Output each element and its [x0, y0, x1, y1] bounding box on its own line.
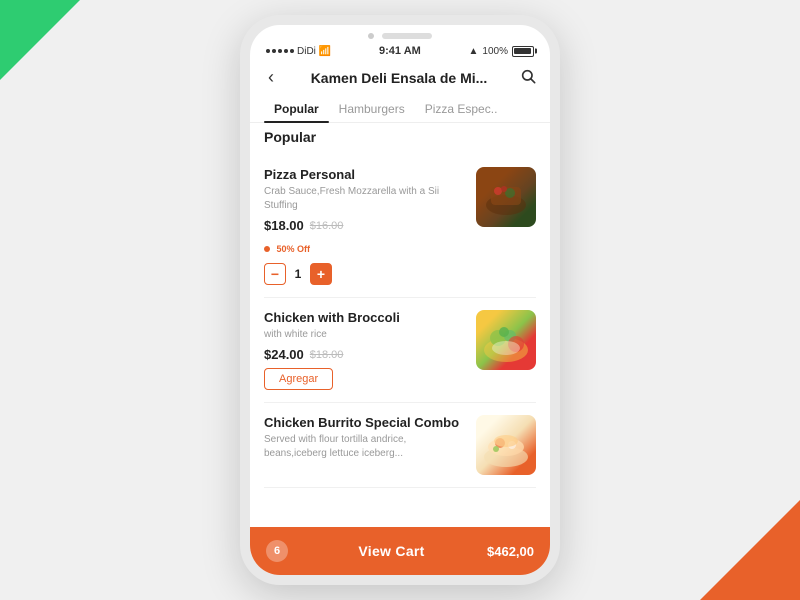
status-bar: DiDi 📶 9:41 AM ▲ 100% — [250, 43, 550, 59]
clock: 9:41 AM — [379, 45, 421, 57]
item-description: with white rice — [264, 328, 466, 342]
cart-count-badge: 6 — [266, 540, 288, 562]
price-row: $18.00 $16.00 — [264, 218, 466, 233]
signal-strength-icon: ▲ — [469, 46, 479, 57]
item-name: Pizza Personal — [264, 167, 466, 182]
item-image — [476, 415, 536, 475]
view-cart-bar[interactable]: 6 View Cart $462,00 — [250, 527, 550, 575]
menu-item-info: Chicken with Broccoli with white rice $2… — [264, 310, 476, 390]
item-original-price: $18.00 — [310, 349, 344, 361]
item-name: Chicken Burrito Special Combo — [264, 415, 466, 430]
food-image-2 — [476, 310, 536, 370]
view-cart-label: View Cart — [296, 543, 487, 559]
battery-icon — [512, 46, 534, 57]
battery-label: 100% — [482, 46, 508, 57]
price-row: $24.00 $18.00 — [264, 347, 466, 362]
item-description: Served with flour tortilla andrice, bean… — [264, 433, 466, 461]
phone-speaker — [382, 33, 432, 39]
menu-item: Chicken with Broccoli with white rice $2… — [264, 298, 536, 403]
discount-badge: 50% Off — [276, 244, 310, 254]
item-name: Chicken with Broccoli — [264, 310, 466, 325]
food-image-3 — [476, 415, 536, 475]
wifi-icon: 📶 — [319, 46, 331, 57]
phone-top-area — [250, 25, 550, 43]
food-image-1 — [476, 167, 536, 227]
discount-dot — [264, 246, 270, 252]
add-to-cart-button[interactable]: Agregar — [264, 368, 333, 390]
tab-hamburgers[interactable]: Hamburgers — [329, 96, 415, 122]
tab-bar: Popular Hamburgers Pizza Espec.. — [250, 96, 550, 123]
corner-decoration-tl — [0, 0, 80, 80]
item-original-price: $16.00 — [310, 220, 344, 232]
corner-decoration-br — [700, 500, 800, 600]
page-title: Kamen Deli Ensala de Mi... — [278, 70, 520, 86]
decrement-button[interactable]: − — [264, 263, 286, 285]
cart-total: $462,00 — [487, 544, 534, 559]
menu-item: Chicken Burrito Special Combo Served wit… — [264, 403, 536, 488]
quantity-stepper: − 1 + — [264, 263, 466, 285]
status-right: ▲ 100% — [469, 46, 534, 57]
increment-button[interactable]: + — [310, 263, 332, 285]
item-image — [476, 167, 536, 227]
back-button[interactable]: ‹ — [264, 65, 278, 90]
quantity-value: 1 — [292, 267, 304, 281]
menu-item: Pizza Personal Crab Sauce,Fresh Mozzarel… — [264, 155, 536, 298]
menu-content: Popular Pizza Personal Crab Sauce,Fresh … — [250, 129, 550, 534]
nav-bar: ‹ Kamen Deli Ensala de Mi... — [250, 59, 550, 96]
menu-item-info: Pizza Personal Crab Sauce,Fresh Mozzarel… — [264, 167, 476, 285]
item-image — [476, 310, 536, 370]
search-button[interactable] — [520, 68, 536, 88]
status-left: DiDi 📶 — [266, 46, 331, 57]
tab-popular[interactable]: Popular — [264, 96, 329, 122]
carrier-label: DiDi — [297, 46, 316, 57]
item-price: $18.00 — [264, 218, 304, 233]
battery-fill — [514, 48, 531, 54]
item-price: $24.00 — [264, 347, 304, 362]
tab-pizza[interactable]: Pizza Espec.. — [415, 96, 508, 122]
item-description: Crab Sauce,Fresh Mozzarella with a Sii S… — [264, 185, 466, 213]
phone-frame: DiDi 📶 9:41 AM ▲ 100% ‹ Kamen Deli Ensal… — [240, 15, 560, 585]
menu-item-info: Chicken Burrito Special Combo Served wit… — [264, 415, 476, 466]
phone-camera — [368, 33, 374, 39]
section-title: Popular — [264, 129, 536, 145]
discount-row: 50% Off — [264, 239, 466, 257]
signal-icon — [266, 49, 294, 53]
